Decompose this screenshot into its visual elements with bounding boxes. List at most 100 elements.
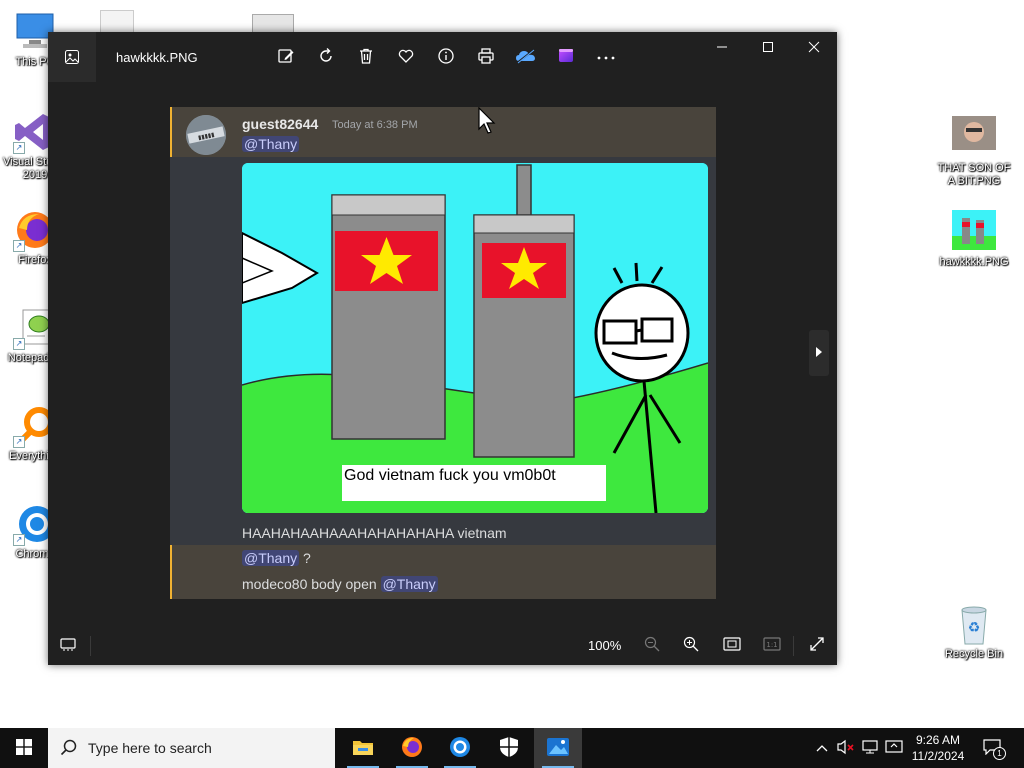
desktop-icon-recycle-bin[interactable]: ♻ Recycle Bin — [937, 602, 1011, 661]
user-mention[interactable]: @Thany — [242, 136, 300, 152]
meme-caption: God vietnam fuck you vm0b0t — [342, 465, 606, 501]
svg-text:♻: ♻ — [968, 619, 981, 635]
message-line-mention: @Thany — [242, 136, 300, 152]
taskbar-search-box[interactable]: Type here to search — [48, 728, 335, 768]
taskbar: Type here to search 9:26 AM 11/2/2024 1 — [0, 728, 1024, 768]
file-explorer-icon — [352, 738, 374, 759]
start-button[interactable] — [0, 728, 48, 768]
desktop-file-icon-partial[interactable] — [100, 10, 134, 33]
zoom-level[interactable]: 100% — [588, 638, 621, 653]
message-line: @Thany ? — [242, 550, 311, 566]
network-icon — [861, 739, 879, 758]
close-button[interactable] — [791, 32, 837, 64]
fullscreen-button[interactable] — [800, 630, 834, 660]
firefox-icon — [401, 736, 423, 761]
filmstrip-button[interactable] — [51, 630, 85, 660]
fit-to-window-button[interactable] — [715, 630, 749, 660]
search-placeholder: Type here to search — [88, 740, 212, 756]
search-icon — [60, 739, 78, 760]
next-image-button[interactable] — [809, 330, 829, 376]
minimize-icon — [716, 41, 728, 56]
taskbar-photos[interactable] — [534, 728, 582, 768]
more-button[interactable] — [586, 42, 626, 72]
more-icon — [596, 50, 616, 64]
image-file-icon — [952, 210, 996, 254]
display-icon — [885, 739, 903, 758]
svg-text:1:1: 1:1 — [766, 641, 777, 649]
desktop-icon-label: THAT SON OF A BIT.PNG — [937, 162, 1011, 187]
desktop-icon-label: Recycle Bin — [944, 648, 1004, 660]
desktop-icon-that-son-png[interactable]: THAT SON OF A BIT.PNG — [937, 116, 1011, 188]
display-button[interactable] — [884, 738, 904, 758]
windows-logo-icon — [16, 738, 32, 758]
shortcut-arrow-icon: ↗ — [13, 436, 25, 448]
divider — [90, 636, 91, 656]
taskbar-chrome[interactable] — [436, 728, 484, 768]
clock-time: 9:26 AM — [915, 733, 961, 747]
taskbar-clock[interactable]: 9:26 AM 11/2/2024 — [906, 732, 970, 764]
clipchamp-button[interactable] — [546, 42, 586, 72]
desktop-settings-icon-partial[interactable] — [252, 14, 294, 33]
edit-image-button[interactable] — [266, 42, 306, 72]
message-line: modeco80 body open @Thany — [242, 576, 438, 592]
zoom-out-button[interactable] — [635, 630, 669, 660]
meme-image[interactable]: God vietnam fuck you vm0b0t — [242, 163, 708, 513]
mouse-cursor-icon — [478, 106, 496, 138]
edit-image-icon — [277, 47, 295, 68]
delete-button[interactable] — [346, 42, 386, 72]
title-bar[interactable]: hawkkkk.PNG — [48, 32, 837, 82]
photos-icon — [546, 736, 570, 761]
shortcut-arrow-icon: ↗ — [13, 534, 25, 546]
volume-button[interactable] — [836, 738, 856, 758]
volume-muted-icon — [837, 739, 855, 758]
window-title: hawkkkk.PNG — [116, 50, 198, 65]
maximize-button[interactable] — [745, 32, 791, 64]
message-text: ? — [299, 550, 311, 566]
image-file-icon — [952, 116, 996, 160]
toolbar — [266, 42, 626, 72]
fullscreen-icon — [809, 636, 825, 655]
actual-size-button[interactable]: 1:1 — [755, 630, 789, 660]
show-hidden-icons-button[interactable] — [812, 738, 832, 758]
rotate-icon — [317, 47, 335, 68]
info-icon — [437, 47, 455, 68]
photos-app-icon[interactable] — [48, 32, 96, 82]
taskbar-firefox[interactable] — [388, 728, 436, 768]
chevron-up-icon — [816, 741, 828, 755]
user-mention[interactable]: @Thany — [242, 550, 300, 566]
divider — [793, 636, 794, 656]
displayed-image: ▮▮▮▮▮ guest82644 Today at 6:38 PM @Thany — [170, 107, 716, 599]
network-button[interactable] — [860, 738, 880, 758]
meme-drawing — [242, 163, 708, 513]
desktop-icon-label: hawkkkk.PNG — [939, 256, 1009, 268]
taskbar-security[interactable] — [485, 728, 533, 768]
filmstrip-icon — [60, 637, 76, 654]
rotate-button[interactable] — [306, 42, 346, 72]
message-text: HAAHAHAAHAAAHAHAHAHAHA vietnam — [242, 525, 507, 541]
shortcut-arrow-icon: ↗ — [13, 240, 25, 252]
favorite-button[interactable] — [386, 42, 426, 72]
user-mention[interactable]: @Thany — [380, 576, 438, 592]
zoom-in-button[interactable] — [674, 630, 708, 660]
zoom-out-icon — [644, 636, 660, 655]
message-timestamp: Today at 6:38 PM — [332, 119, 418, 131]
notification-center-button[interactable]: 1 — [982, 738, 1006, 760]
notification-count-badge: 1 — [993, 747, 1006, 760]
taskbar-file-explorer[interactable] — [339, 728, 387, 768]
zoom-in-icon — [683, 636, 699, 655]
onedrive-button[interactable] — [506, 42, 546, 72]
chevron-right-icon — [815, 346, 823, 361]
print-button[interactable] — [466, 42, 506, 72]
info-button[interactable] — [426, 42, 466, 72]
close-icon — [808, 41, 820, 56]
fit-to-window-icon — [723, 636, 741, 654]
minimize-button[interactable] — [699, 32, 745, 64]
favorite-icon — [397, 47, 415, 68]
chrome-icon — [449, 736, 471, 761]
avatar[interactable]: ▮▮▮▮▮ — [186, 115, 226, 155]
actual-size-icon: 1:1 — [763, 636, 781, 654]
message-username[interactable]: guest82644 — [242, 116, 318, 132]
desktop-icon-hawkkkk-png[interactable]: hawkkkk.PNG — [937, 210, 1011, 269]
clipchamp-icon — [557, 47, 575, 68]
shortcut-arrow-icon: ↗ — [13, 142, 25, 154]
